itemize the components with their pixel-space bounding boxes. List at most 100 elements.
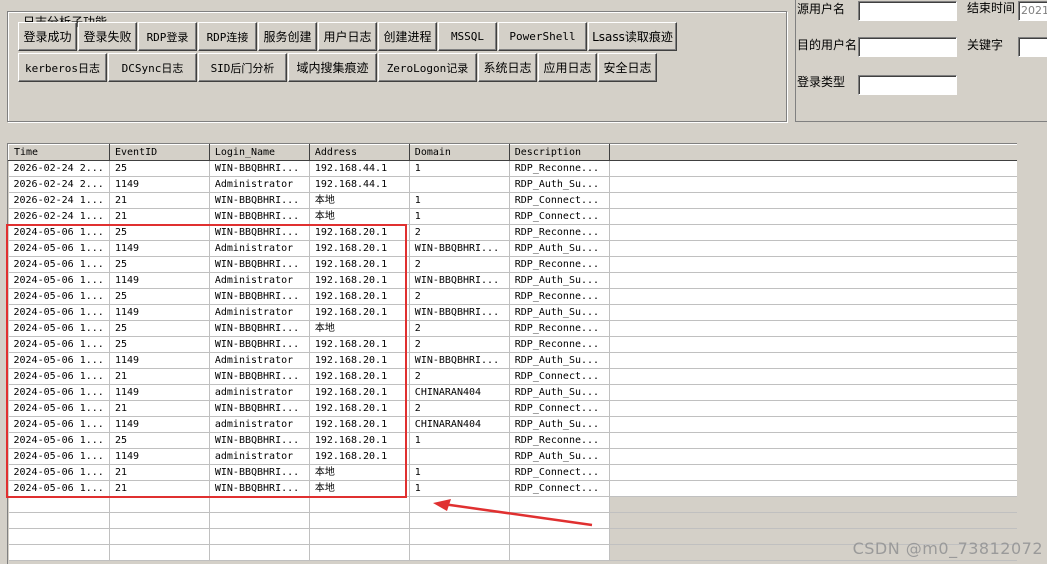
table-row[interactable]: 2024-05-06 1... 21 WIN-BBQBHRI... 192.168.2… <box>8 400 1017 417</box>
domain-collect-trace-button[interactable]: 域内搜集痕迹 <box>288 53 377 82</box>
column-header-eventid[interactable]: EventID <box>108 144 210 161</box>
table-row[interactable]: 2024-05-06 1... 25 WIN-BBQBHRI... 192.168.2… <box>8 432 1017 449</box>
cell-eventid: 25 <box>109 320 210 337</box>
login-type-input[interactable] <box>858 75 957 95</box>
sid-backdoor-button[interactable]: SID后门分析 <box>198 53 287 82</box>
empty-cell <box>309 496 410 513</box>
empty-cell <box>309 544 410 561</box>
cell-time: 2024-05-06 1... <box>8 384 110 401</box>
cell-description: RDP_Auth_Su... <box>509 352 610 369</box>
table-row[interactable]: 2024-05-06 1... 21 WIN-BBQBHRI... 本地 1 RDP_Co… <box>8 464 1017 481</box>
cell-time: 2024-05-06 1... <box>8 464 110 481</box>
cell-filler <box>609 160 1017 177</box>
system-log-button[interactable]: 系统日志 <box>478 53 537 82</box>
cell-time: 2024-05-06 1... <box>8 336 110 353</box>
cell-address: 192.168.20.1 <box>309 240 410 257</box>
column-header-time[interactable]: Time <box>8 144 110 161</box>
cell-filler <box>609 272 1017 289</box>
table-row[interactable]: 2026-02-24 2... 25 WIN-BBQBHRI... 192.168.4… <box>8 160 1017 177</box>
mssql-button[interactable]: MSSQL <box>438 22 497 51</box>
empty-cell <box>8 544 110 561</box>
dst-user-input[interactable] <box>858 37 957 57</box>
dcsync-log-button[interactable]: DCSync日志 <box>108 53 197 82</box>
right-margin-area <box>1017 143 1047 564</box>
service-create-button[interactable]: 服务创建 <box>258 22 317 51</box>
powershell-button[interactable]: PowerShell <box>498 22 587 51</box>
user-log-button[interactable]: 用户日志 <box>318 22 377 51</box>
cell-login-name: Administrator <box>209 176 310 193</box>
cell-login-name: WIN-BBQBHRI... <box>209 288 310 305</box>
end-time-input[interactable]: 2021- <box>1018 1 1047 21</box>
table-row[interactable]: 2024-05-06 1... 1149 Administrator 192.168.… <box>8 352 1017 369</box>
table-row[interactable]: 2024-05-06 1... 1149 Administrator 192.168.… <box>8 304 1017 321</box>
cell-login-name: WIN-BBQBHRI... <box>209 208 310 225</box>
empty-cell <box>8 512 110 529</box>
empty-cell <box>509 544 610 561</box>
column-header-login-name[interactable]: Login_Name <box>208 144 310 161</box>
cell-login-name: Administrator <box>209 352 310 369</box>
cell-description: RDP_Auth_Su... <box>509 272 610 289</box>
table-row[interactable]: 2024-05-06 1... 25 WIN-BBQBHRI... 192.168.2… <box>8 224 1017 241</box>
cell-address: 本地 <box>309 464 410 481</box>
cell-filler <box>609 224 1017 241</box>
column-header-description[interactable]: Description <box>508 144 610 161</box>
cell-address: 192.168.20.1 <box>309 224 410 241</box>
column-header-address[interactable]: Address <box>308 144 410 161</box>
cell-time: 2024-05-06 1... <box>8 320 110 337</box>
table-row[interactable]: 2024-05-06 1... 25 WIN-BBQBHRI... 192.168.2… <box>8 256 1017 273</box>
table-row[interactable]: 2026-02-24 2... 1149 Administrator 192.168.… <box>8 176 1017 193</box>
event-log-table: Time EventID Login_Name Address Domain D… <box>8 144 1017 561</box>
table-row[interactable]: 2024-05-06 1... 25 WIN-BBQBHRI... 192.168.2… <box>8 336 1017 353</box>
cell-description: RDP_Reconne... <box>509 160 610 177</box>
cell-eventid: 21 <box>109 400 210 417</box>
cell-description: RDP_Reconne... <box>509 224 610 241</box>
cell-address: 192.168.20.1 <box>309 288 410 305</box>
zerologon-record-button[interactable]: ZeroLogon记录 <box>378 53 477 82</box>
event-log-grid[interactable]: Time EventID Login_Name Address Domain D… <box>7 143 1017 564</box>
cell-time: 2026-02-24 1... <box>8 208 110 225</box>
table-row[interactable]: 2024-05-06 1... 1149 Administrator 192.168.… <box>8 240 1017 257</box>
column-header-domain[interactable]: Domain <box>408 144 510 161</box>
cell-description: RDP_Reconne... <box>509 336 610 353</box>
table-row[interactable]: 2024-05-06 1... 1149 Administrator 192.168.… <box>8 272 1017 289</box>
cell-time: 2024-05-06 1... <box>8 352 110 369</box>
cell-filler <box>609 368 1017 385</box>
cell-description: RDP_Auth_Su... <box>509 176 610 193</box>
table-row[interactable]: 2024-05-06 1... 25 WIN-BBQBHRI... 192.168.2… <box>8 288 1017 305</box>
cell-description: RDP_Reconne... <box>509 288 610 305</box>
src-user-input[interactable] <box>858 1 957 21</box>
cell-time: 2026-02-24 1... <box>8 192 110 209</box>
cell-domain: WIN-BBQBHRI... <box>409 304 510 321</box>
empty-cell <box>109 496 210 513</box>
cell-filler <box>609 240 1017 257</box>
table-row[interactable]: 2024-05-06 1... 1149 administrator 192.168.… <box>8 448 1017 465</box>
empty-cell <box>409 512 510 529</box>
empty-row <box>8 496 1017 513</box>
table-row[interactable]: 2024-05-06 1... 21 WIN-BBQBHRI... 192.168.2… <box>8 368 1017 385</box>
table-row[interactable]: 2026-02-24 1... 21 WIN-BBQBHRI... 本地 1 RDP_Co… <box>8 192 1017 209</box>
kerberos-log-button[interactable]: kerberos日志 <box>18 53 107 82</box>
cell-eventid: 1149 <box>109 448 210 465</box>
table-row[interactable]: 2024-05-06 1... 1149 administrator 192.168.… <box>8 416 1017 433</box>
login-success-button[interactable]: 登录成功 <box>18 22 77 51</box>
cell-filler <box>609 336 1017 353</box>
rdp-connect-button[interactable]: RDP连接 <box>198 22 257 51</box>
login-failure-button[interactable]: 登录失败 <box>78 22 137 51</box>
security-log-button[interactable]: 安全日志 <box>598 53 657 82</box>
table-row[interactable]: 2024-05-06 1... 21 WIN-BBQBHRI... 本地 1 RDP_Co… <box>8 480 1017 497</box>
cell-description: RDP_Auth_Su... <box>509 416 610 433</box>
table-row[interactable]: 2026-02-24 1... 21 WIN-BBQBHRI... 本地 1 RDP_Co… <box>8 208 1017 225</box>
keyword-input[interactable] <box>1018 37 1047 57</box>
create-process-button[interactable]: 创建进程 <box>378 22 437 51</box>
cell-filler <box>609 384 1017 401</box>
lsass-read-trace-button[interactable]: Lsass读取痕迹 <box>588 22 677 51</box>
empty-cell <box>509 496 610 513</box>
src-user-label: 源用户名 <box>797 2 846 16</box>
table-row[interactable]: 2024-05-06 1... 25 WIN-BBQBHRI... 本地 2 RDP_Re… <box>8 320 1017 337</box>
table-row[interactable]: 2024-05-06 1... 1149 administrator 192.168.… <box>8 384 1017 401</box>
cell-domain: 2 <box>409 400 510 417</box>
rdp-login-button[interactable]: RDP登录 <box>138 22 197 51</box>
cell-eventid: 1149 <box>109 416 210 433</box>
application-log-button[interactable]: 应用日志 <box>538 53 597 82</box>
cell-description: RDP_Connect... <box>509 480 610 497</box>
